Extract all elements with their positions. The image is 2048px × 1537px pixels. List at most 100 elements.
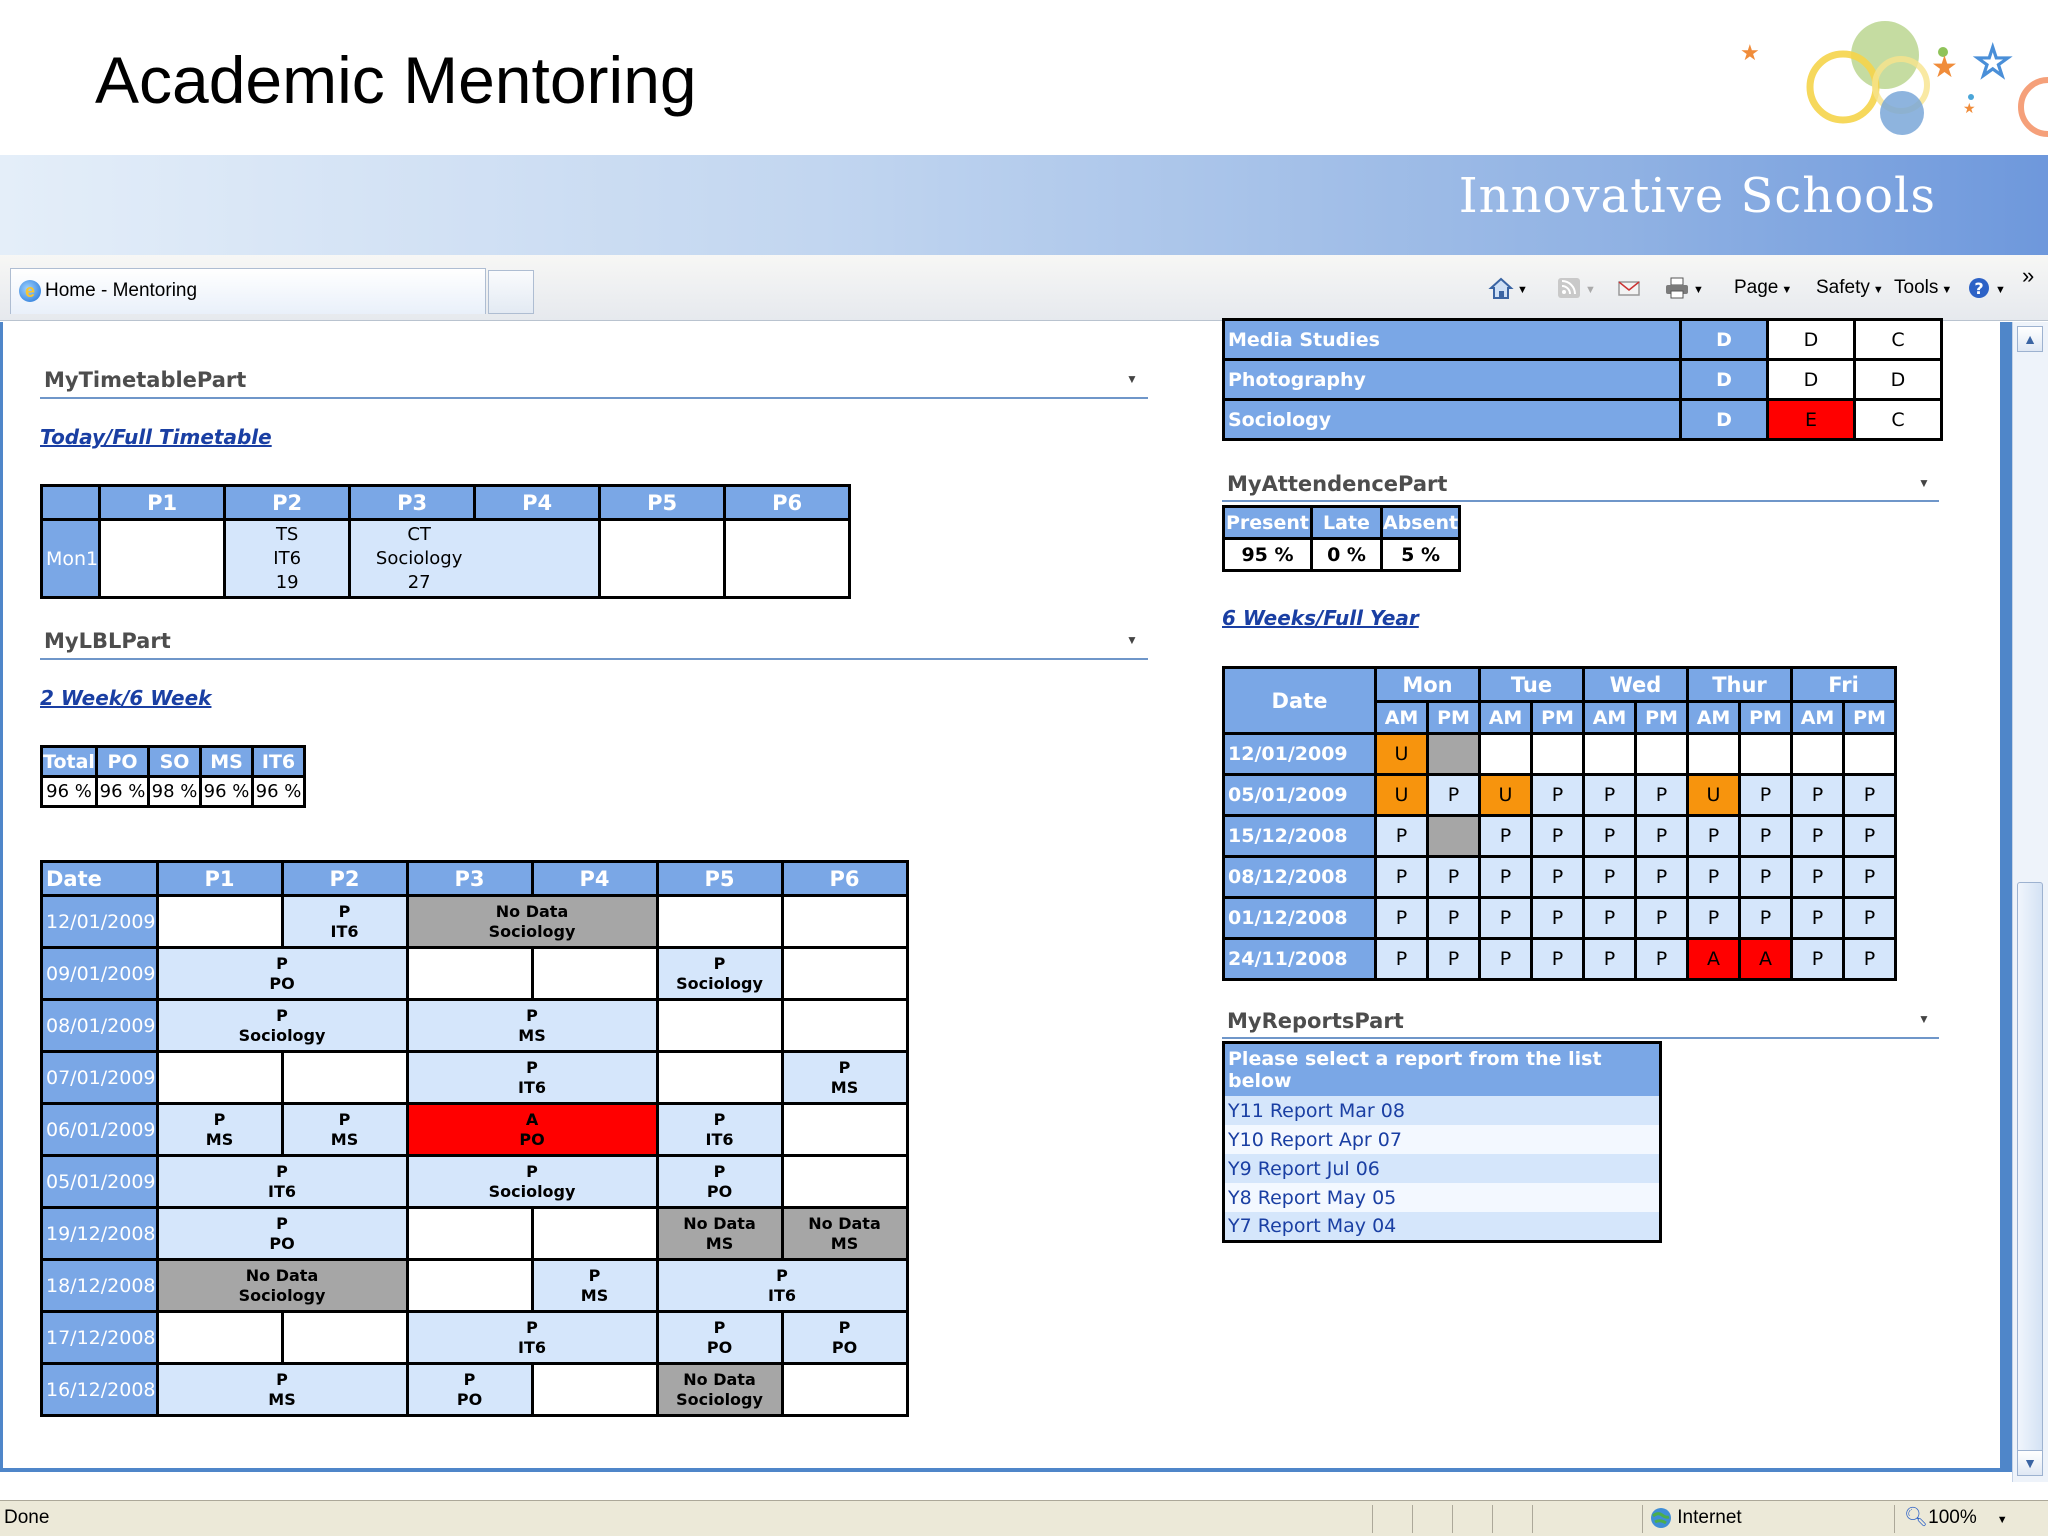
- report-link[interactable]: Y10 Report Apr 07: [1223, 1125, 1661, 1154]
- lbl-cell[interactable]: P PO: [655, 1154, 784, 1209]
- new-tab-button[interactable]: [488, 270, 534, 314]
- session-header: PM: [1426, 700, 1481, 735]
- attendance-mark: P: [1582, 855, 1637, 899]
- lbl-cell[interactable]: No Data MS: [655, 1206, 784, 1261]
- report-link[interactable]: Y9 Report Jul 06: [1223, 1154, 1661, 1183]
- lbl-cell[interactable]: P MS: [405, 998, 659, 1053]
- attendance-period-link[interactable]: 6 Weeks/Full Year: [1222, 606, 1419, 630]
- webpart-menu-arrow[interactable]: ▼: [1918, 476, 1930, 490]
- zoom-control[interactable]: 🔍︎100% ▼: [1904, 1501, 2008, 1537]
- scroll-thumb[interactable]: [2017, 882, 2043, 1452]
- attendance-mark: P: [1738, 814, 1793, 858]
- lbl-cell[interactable]: P Sociology: [155, 998, 409, 1053]
- subject-name: Media Studies: [1222, 318, 1682, 361]
- full-timetable-link[interactable]: Today/Full Timetable: [40, 425, 272, 449]
- svg-text:☆: ☆: [1973, 37, 2012, 88]
- attendance-mark: P: [1374, 855, 1429, 899]
- attendance-mark: P: [1738, 773, 1793, 817]
- attendance-mark: P: [1582, 773, 1637, 817]
- attendance-mark: P: [1634, 896, 1689, 940]
- lbl-cell[interactable]: P IT6: [405, 1050, 659, 1105]
- lbl-cell[interactable]: P PO: [655, 1310, 784, 1365]
- period-header: P1: [155, 860, 284, 897]
- date-header: Date: [40, 860, 159, 897]
- target-grade: D: [1679, 398, 1769, 441]
- attendance-mark: U: [1374, 773, 1429, 817]
- lbl-cell[interactable]: P PO: [155, 946, 409, 1001]
- attendance-mark: P: [1790, 814, 1845, 858]
- timetable-cell[interactable]: TS IT6 19: [223, 518, 352, 599]
- more-commands-button[interactable]: »: [2022, 258, 2034, 294]
- day-header: Fri: [1790, 666, 1897, 703]
- attendance-summary: Present Late Absent 95 % 0 % 5 %: [1222, 505, 1462, 572]
- timetable-cell[interactable]: CT Sociology 27: [348, 518, 602, 599]
- attendance-mark: P: [1478, 855, 1533, 899]
- safety-menu[interactable]: Safety ▼: [1816, 270, 1884, 306]
- lbl-cell[interactable]: No Data MS: [780, 1206, 909, 1261]
- session-header: AM: [1478, 700, 1533, 735]
- browser-tab[interactable]: e Home - Mentoring: [10, 268, 486, 314]
- scroll-down-button[interactable]: ▼: [2017, 1450, 2043, 1476]
- lbl-cell[interactable]: P MS: [530, 1258, 659, 1313]
- webpart-menu-arrow[interactable]: ▼: [1126, 633, 1138, 647]
- scroll-up-button[interactable]: ▲: [2017, 326, 2043, 352]
- attendance-mark: P: [1686, 814, 1741, 858]
- lbl-cell-absent[interactable]: A PO: [405, 1102, 659, 1157]
- attendance-mark: P: [1582, 937, 1637, 981]
- webpart-menu-arrow[interactable]: ▼: [1126, 372, 1138, 386]
- period-header: P6: [780, 860, 909, 897]
- attendance-mark: P: [1426, 773, 1481, 817]
- help-button[interactable]: ? ▼: [1966, 270, 2006, 306]
- chevron-down-icon: ▼: [1996, 1514, 2008, 1526]
- read-mail-button[interactable]: [1616, 270, 1642, 306]
- lbl-date: 18/12/2008: [40, 1258, 159, 1313]
- lbl-cell[interactable]: No Data Sociology: [405, 894, 659, 949]
- home-button[interactable]: ▼: [1488, 270, 1528, 306]
- lbl-date: 16/12/2008: [40, 1362, 159, 1417]
- lbl-cell[interactable]: P Sociology: [405, 1154, 659, 1209]
- page-menu[interactable]: Page ▼: [1734, 270, 1792, 306]
- lbl-cell[interactable]: P Sociology: [655, 946, 784, 1001]
- predicted-grade: C: [1853, 398, 1943, 441]
- attendance-grid: Date Mon Tue Wed Thur Fri AM PM AM PM AM PM AM…: [1222, 666, 1897, 981]
- lbl-cell[interactable]: P MS: [280, 1102, 409, 1157]
- lbl-cell[interactable]: No Data Sociology: [155, 1258, 409, 1313]
- tools-menu[interactable]: Tools ▼: [1894, 270, 1952, 306]
- lbl-cell[interactable]: P IT6: [405, 1310, 659, 1365]
- lbl-date: 19/12/2008: [40, 1206, 159, 1261]
- vertical-scrollbar[interactable]: ▲ ▼: [2012, 322, 2048, 1482]
- timetable-part-title: MyTimetablePart: [44, 368, 247, 392]
- lbl-cell[interactable]: P IT6: [655, 1102, 784, 1157]
- lbl-cell[interactable]: No Data Sociology: [655, 1362, 784, 1417]
- divider: [1222, 1037, 1939, 1039]
- lbl-cell[interactable]: P PO: [780, 1310, 909, 1365]
- reports-header: Please select a report from the list bel…: [1223, 1042, 1661, 1096]
- current-grade: D: [1766, 318, 1856, 361]
- lbl-cell: [780, 894, 909, 949]
- reports-part-title: MyReportsPart: [1227, 1009, 1404, 1033]
- session-header: PM: [1530, 700, 1585, 735]
- period-header: P4: [530, 860, 659, 897]
- lbl-period-link[interactable]: 2 Week/6 Week: [40, 686, 211, 710]
- lbl-cell[interactable]: P IT6: [280, 894, 409, 949]
- lbl-cell[interactable]: P IT6: [155, 1154, 409, 1209]
- report-link[interactable]: Y8 Report May 05: [1223, 1183, 1661, 1212]
- printer-icon: [1666, 277, 1688, 299]
- lbl-cell[interactable]: P PO: [405, 1362, 534, 1417]
- lbl-cell[interactable]: P IT6: [655, 1258, 909, 1313]
- feeds-button[interactable]: ▼: [1556, 270, 1596, 306]
- lbl-cell[interactable]: P MS: [155, 1362, 409, 1417]
- attendance-mark: P: [1738, 855, 1793, 899]
- lbl-date: 09/01/2009: [40, 946, 159, 1001]
- summary-value: 96 %: [199, 775, 254, 808]
- security-zone[interactable]: Internet: [1650, 1501, 1742, 1535]
- lbl-cell[interactable]: P MS: [155, 1102, 284, 1157]
- report-link[interactable]: Y7 Report May 04: [1223, 1212, 1661, 1241]
- print-button[interactable]: ▼: [1664, 270, 1704, 306]
- session-header: PM: [1738, 700, 1793, 735]
- lbl-cell[interactable]: P PO: [155, 1206, 409, 1261]
- attendance-value: 5 %: [1379, 537, 1462, 572]
- lbl-cell[interactable]: P MS: [780, 1050, 909, 1105]
- webpart-menu-arrow[interactable]: ▼: [1918, 1012, 1930, 1026]
- report-link[interactable]: Y11 Report Mar 08: [1223, 1096, 1661, 1125]
